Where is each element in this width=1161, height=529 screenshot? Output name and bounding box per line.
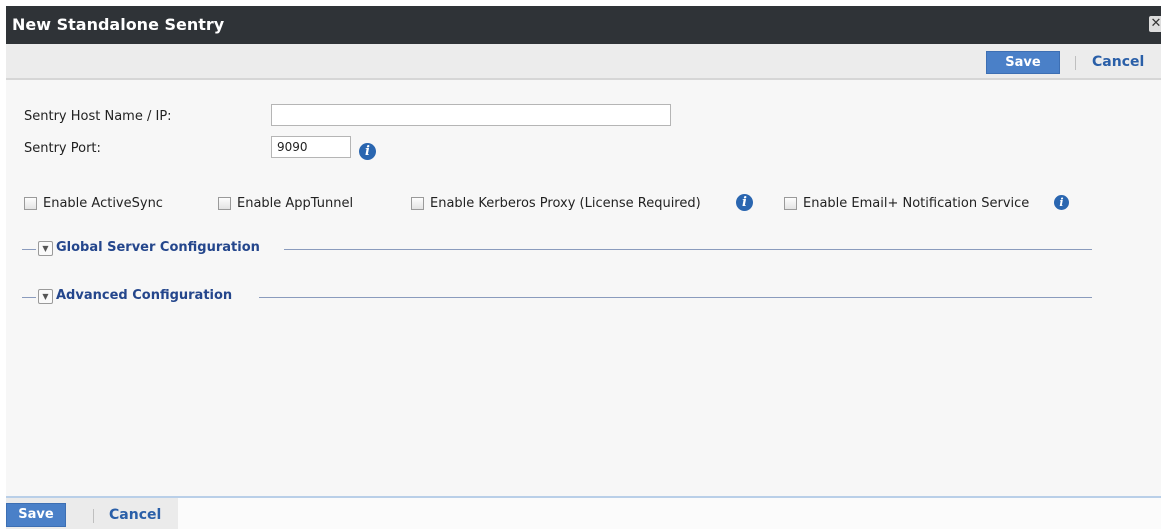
checkbox-box[interactable] (784, 197, 797, 210)
toolbar-divider (1075, 56, 1076, 70)
checkbox-box[interactable] (411, 197, 424, 210)
info-icon[interactable]: i (359, 143, 376, 160)
checkbox-label: Enable Kerberos Proxy (License Required) (430, 196, 701, 211)
dialog-title-bar: New Standalone Sentry ✕ (6, 6, 1161, 44)
info-icon[interactable]: i (736, 194, 753, 211)
bottom-toolbar: Save Cancel (6, 496, 1161, 529)
enable-apptunnel-checkbox[interactable]: Enable AppTunnel (218, 196, 353, 211)
cancel-button[interactable]: Cancel (109, 507, 161, 523)
global-server-configuration-section: ▼ Global Server Configuration (22, 240, 1092, 258)
checkbox-box[interactable] (24, 197, 37, 210)
new-standalone-sentry-dialog: New Standalone Sentry ✕ Save Cancel Sent… (6, 6, 1161, 529)
info-icon[interactable]: i (1054, 195, 1069, 210)
section-title[interactable]: Advanced Configuration (56, 288, 235, 303)
port-label: Sentry Port: (24, 141, 101, 156)
checkbox-label: Enable ActiveSync (43, 196, 163, 211)
save-button[interactable]: Save (6, 503, 66, 527)
port-input[interactable] (271, 136, 351, 158)
enable-activesync-checkbox[interactable]: Enable ActiveSync (24, 196, 163, 211)
top-toolbar: Save Cancel (6, 44, 1161, 80)
enable-email-notification-checkbox[interactable]: Enable Email+ Notification Service (784, 196, 1029, 211)
checkbox-label: Enable Email+ Notification Service (803, 196, 1030, 211)
close-icon[interactable]: ✕ (1149, 16, 1161, 32)
checkbox-box[interactable] (218, 197, 231, 210)
toolbar-divider (93, 509, 94, 523)
host-name-input[interactable] (271, 104, 671, 126)
save-button[interactable]: Save (986, 51, 1060, 74)
dialog-title: New Standalone Sentry (12, 15, 225, 34)
host-name-label: Sentry Host Name / IP: (24, 109, 172, 124)
section-title[interactable]: Global Server Configuration (56, 240, 262, 255)
enable-kerberos-proxy-checkbox[interactable]: Enable Kerberos Proxy (License Required) (411, 196, 701, 211)
chevron-down-icon[interactable]: ▼ (38, 289, 53, 304)
advanced-configuration-section: ▼ Advanced Configuration (22, 288, 1092, 306)
chevron-down-icon[interactable]: ▼ (38, 241, 53, 256)
checkbox-label: Enable AppTunnel (237, 196, 354, 211)
cancel-button[interactable]: Cancel (1092, 54, 1144, 70)
